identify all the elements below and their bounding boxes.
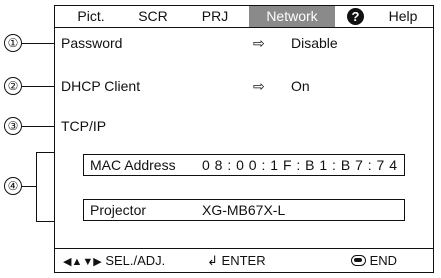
enter-icon: ↲	[207, 253, 218, 268]
help-icon[interactable]: ?	[347, 8, 364, 25]
mac-address-value: 0 8 : 0 0 : 1 F : B 1 : B 7 : 7 4	[202, 157, 398, 173]
password-arrow-icon: ⇨	[253, 35, 265, 51]
dhcp-client-value[interactable]: On	[291, 78, 310, 94]
tab-pict[interactable]: Pict.	[69, 6, 113, 27]
footer-enter-label: ENTER	[221, 253, 266, 268]
callout-2: ②	[4, 77, 22, 95]
four-way-arrow-icon: ◀▲▼▶	[63, 256, 102, 268]
mac-address-label: MAC Address	[90, 157, 176, 173]
footer-end-label: END	[369, 253, 398, 268]
dhcp-arrow-icon: ⇨	[253, 78, 265, 94]
dhcp-client-label[interactable]: DHCP Client	[61, 78, 140, 94]
footer-sel-adj: ◀▲▼▶ SEL./ADJ.	[63, 253, 165, 268]
menu-tab-bar: Pict. SCR PRJ Network ? Help	[55, 6, 433, 28]
callout-4: ④	[4, 177, 22, 195]
callout-4-leader	[22, 186, 36, 187]
projector-name-field: Projector XG-MB67X-L	[83, 199, 405, 221]
tab-scr[interactable]: SCR	[133, 6, 173, 27]
footer-enter: ↲ ENTER	[207, 253, 266, 269]
password-label[interactable]: Password	[61, 35, 122, 51]
tab-prj[interactable]: PRJ	[195, 6, 235, 27]
projector-label: Projector	[90, 202, 147, 218]
projector-value: XG-MB67X-L	[202, 202, 286, 218]
mac-address-field: MAC Address 0 8 : 0 0 : 1 F : B 1 : B 7 …	[83, 154, 405, 176]
tab-network[interactable]: Network	[249, 6, 335, 27]
callout-3-leader	[22, 126, 56, 127]
callout-3: ③	[4, 117, 22, 135]
tcpip-label[interactable]: TCP/IP	[61, 118, 106, 134]
tab-help[interactable]: Help	[381, 6, 425, 27]
footer-guide: ◀▲▼▶ SEL./ADJ. ↲ ENTER END	[55, 248, 433, 272]
callout-1-leader	[22, 43, 56, 44]
footer-sel-label: SEL./ADJ.	[105, 253, 166, 268]
password-value[interactable]: Disable	[291, 35, 338, 51]
footer-end: END	[351, 253, 397, 268]
end-button-icon	[351, 255, 366, 266]
callout-2-leader	[22, 86, 56, 87]
callout-1: ①	[4, 34, 22, 52]
menu-screen: Pict. SCR PRJ Network ? Help Password ⇨ …	[54, 5, 434, 273]
